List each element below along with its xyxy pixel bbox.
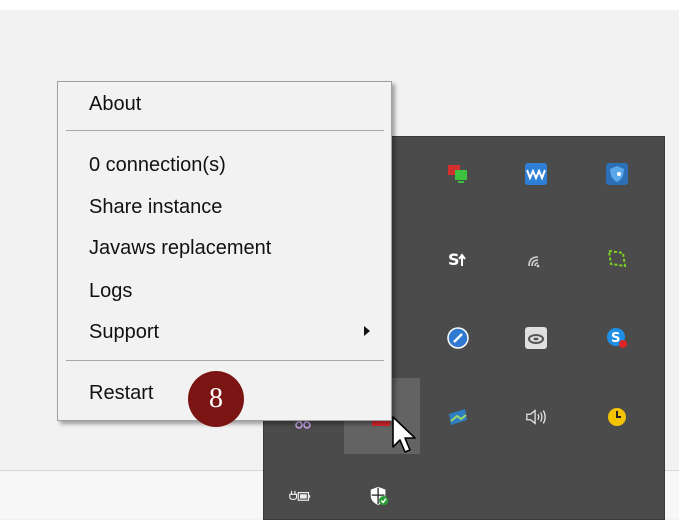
context-menu: About 0 connection(s) Share instance Jav… <box>57 81 392 421</box>
mouse-cursor-icon <box>392 416 416 453</box>
stamp-upload-icon[interactable]: S <box>447 248 469 270</box>
display-switch-icon[interactable] <box>447 163 469 185</box>
menu-item-about[interactable]: About <box>89 92 141 116</box>
waves-icon[interactable] <box>525 163 547 185</box>
screen-snip-icon[interactable] <box>606 248 628 270</box>
disc-drive-icon[interactable] <box>525 327 547 349</box>
svg-text:S: S <box>611 331 620 346</box>
shield-key-icon[interactable] <box>606 163 628 185</box>
menu-item-share-instance[interactable]: Share instance <box>89 195 222 219</box>
menu-separator <box>66 130 384 131</box>
skype-icon[interactable]: S <box>606 327 628 349</box>
submenu-arrow-icon <box>364 326 370 336</box>
wifi-signal-icon[interactable] <box>525 248 547 270</box>
window-background <box>0 0 679 10</box>
menu-separator <box>66 360 384 361</box>
menu-item-javaws-replacement[interactable]: Javaws replacement <box>89 236 271 260</box>
step-number-badge: 8 <box>188 371 244 427</box>
link-tool-icon[interactable] <box>447 327 469 349</box>
menu-item-restart[interactable]: Restart <box>89 381 153 405</box>
menu-item-support[interactable]: Support <box>89 320 159 344</box>
photos-icon[interactable] <box>447 406 469 428</box>
speaker-volume-icon[interactable] <box>525 406 547 428</box>
security-shield-icon[interactable] <box>368 485 390 507</box>
svg-text:S: S <box>448 250 460 269</box>
menu-item-logs[interactable]: Logs <box>89 279 132 303</box>
clock-icon[interactable] <box>606 406 628 428</box>
menu-item-connections[interactable]: 0 connection(s) <box>89 153 226 177</box>
battery-plug-icon[interactable] <box>289 485 311 507</box>
